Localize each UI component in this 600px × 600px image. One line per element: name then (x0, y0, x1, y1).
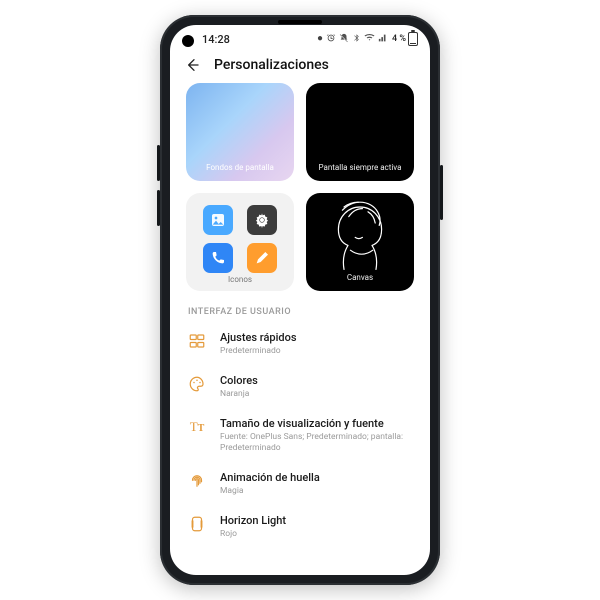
tile-label: Canvas (341, 273, 379, 283)
gallery-icon (203, 205, 233, 235)
row-subtitle: Fuente: OnePlus Sans; Predeterminado; pa… (220, 432, 412, 455)
tile-always-on-display[interactable]: Pantalla siempre activa (306, 83, 414, 181)
row-colors[interactable]: Colores Naranja (170, 366, 430, 409)
row-quick-settings[interactable]: Ajustes rápidos Predeterminado (170, 323, 430, 366)
status-clock: 14:28 (202, 33, 230, 46)
personalization-grid: Fondos de pantalla Pantalla siempre acti… (170, 83, 430, 291)
tile-canvas[interactable]: Canvas (306, 193, 414, 291)
camera-punch-hole (182, 35, 194, 47)
row-title: Ajustes rápidos (220, 331, 412, 345)
settings-icon (247, 205, 277, 235)
quick-settings-icon (188, 332, 206, 350)
font-size-icon: TT (188, 418, 206, 436)
status-bar: 14:28 ● 4 % (170, 25, 430, 53)
bluetooth-icon (352, 33, 361, 46)
volume-down-button[interactable] (157, 190, 160, 226)
horizon-light-icon (188, 515, 206, 533)
row-fingerprint-animation[interactable]: Animación de huella Magia (170, 463, 430, 506)
alarm-icon (326, 33, 336, 46)
row-title: Horizon Light (220, 514, 412, 528)
row-title: Animación de huella (220, 471, 412, 485)
section-header-ui: INTERFAZ DE USUARIO (170, 291, 430, 323)
tile-wallpapers[interactable]: Fondos de pantalla (186, 83, 294, 181)
battery-indicator: 4 % (392, 32, 418, 46)
phone-frame: 14:28 ● 4 % (160, 15, 440, 585)
volume-up-button[interactable] (157, 145, 160, 181)
fingerprint-icon (188, 472, 206, 490)
power-button[interactable] (440, 165, 443, 220)
dnd-icon: ● (317, 34, 323, 44)
tile-label: Iconos (186, 275, 294, 285)
palette-icon (188, 375, 206, 393)
row-font-size[interactable]: TT Tamaño de visualización y fuente Fuen… (170, 409, 430, 463)
tile-icons[interactable]: Iconos (186, 193, 294, 291)
screen: 14:28 ● 4 % (170, 25, 430, 575)
canvas-portrait-icon (320, 199, 400, 271)
phone-icon (203, 243, 233, 273)
row-title: Colores (220, 374, 412, 388)
row-subtitle: Naranja (220, 389, 412, 400)
silent-icon (339, 33, 349, 46)
row-horizon-light[interactable]: Horizon Light Rojo (170, 506, 430, 549)
row-subtitle: Magia (220, 486, 412, 497)
wifi-icon (364, 33, 375, 46)
tile-label: Fondos de pantalla (200, 163, 280, 173)
battery-percent: 4 % (392, 34, 406, 44)
signal-icon (378, 33, 388, 46)
row-subtitle: Rojo (220, 529, 412, 540)
row-title: Tamaño de visualización y fuente (220, 417, 412, 431)
row-subtitle: Predeterminado (220, 346, 412, 357)
page-title: Personalizaciones (214, 57, 329, 73)
notes-icon (247, 243, 277, 273)
back-button[interactable] (184, 57, 200, 73)
page-header: Personalizaciones (170, 53, 430, 83)
tile-label: Pantalla siempre activa (313, 163, 408, 173)
